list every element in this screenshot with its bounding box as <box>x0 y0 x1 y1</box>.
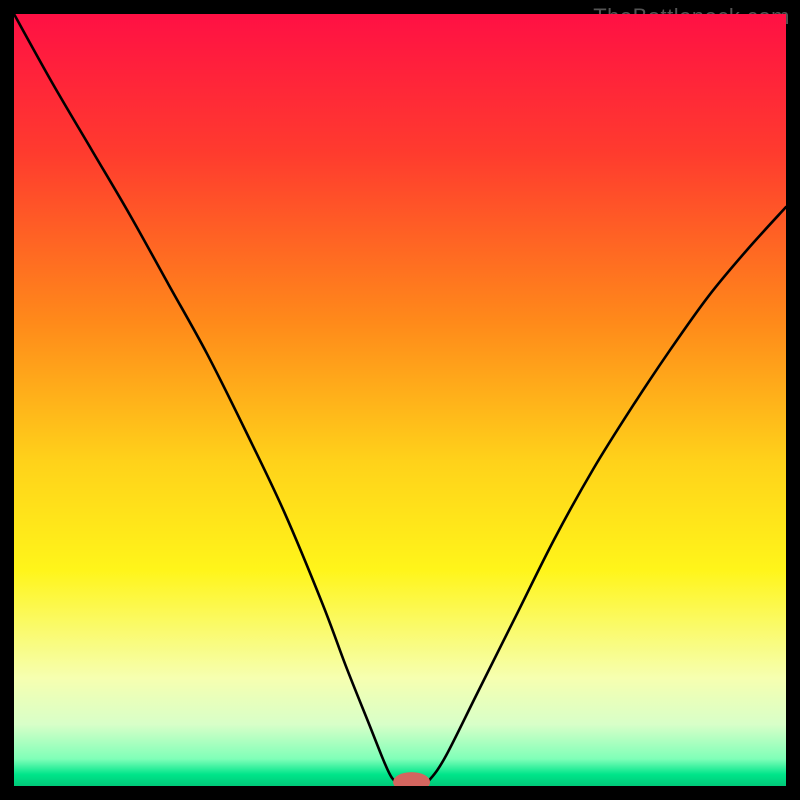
gradient-background <box>14 14 786 786</box>
chart-frame: TheBottleneck.com <box>0 0 800 800</box>
plot-area <box>14 14 786 786</box>
bottleneck-chart <box>14 14 786 786</box>
